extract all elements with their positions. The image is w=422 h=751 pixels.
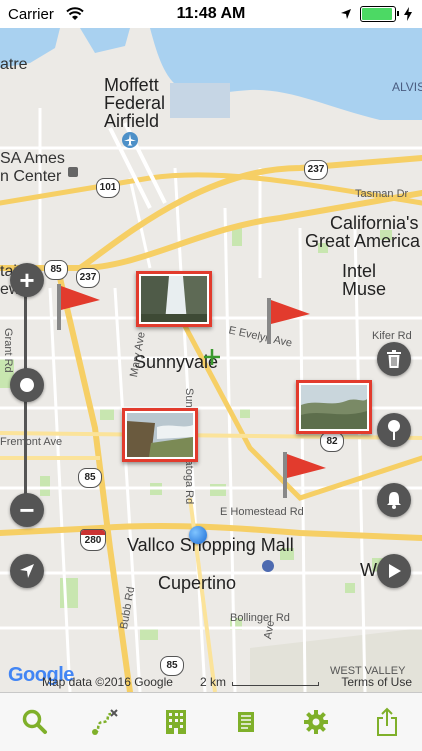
book-icon — [238, 712, 255, 732]
street-kifer: Kifer Rd — [372, 330, 412, 342]
photo-marker-valley[interactable] — [122, 408, 198, 462]
scale-bar — [232, 682, 319, 686]
poi-marker — [68, 167, 78, 177]
pin-icon — [388, 420, 400, 440]
valley-thumbnail — [127, 413, 193, 457]
share-icon — [376, 707, 397, 736]
place-ames: SA Ames — [0, 150, 65, 167]
tab-routes[interactable] — [70, 693, 140, 751]
plus-icon: + — [19, 265, 35, 295]
place-moffett: Moffett — [104, 75, 159, 95]
battery-icon — [360, 6, 399, 22]
minus-icon: − — [19, 495, 35, 525]
search-icon — [22, 709, 48, 734]
photo-marker-hillside[interactable] — [296, 380, 372, 434]
place-cupertino: Cupertino — [158, 573, 237, 593]
tab-buildings[interactable] — [141, 693, 211, 751]
street-tasman: Tasman Dr — [355, 188, 409, 200]
charging-icon — [404, 7, 412, 21]
place-great-america: Great America — [305, 231, 421, 251]
bell-icon — [387, 492, 401, 509]
street-bollinger: Bollinger Rd — [230, 612, 290, 624]
place-californias: California's — [330, 213, 419, 233]
locate-me-button[interactable] — [10, 554, 44, 588]
tab-settings[interactable] — [281, 693, 351, 751]
route-icon — [92, 709, 119, 735]
zoom-in-button[interactable]: + — [10, 263, 44, 297]
place-airfield: Airfield — [104, 111, 160, 131]
play-icon — [389, 564, 401, 578]
play-button[interactable] — [377, 554, 411, 588]
delete-button[interactable] — [377, 342, 411, 376]
tab-guides[interactable] — [211, 693, 281, 751]
current-location-pin — [189, 526, 207, 544]
interstate-280-shield: 280 — [80, 529, 106, 551]
tab-bar — [0, 692, 422, 751]
place-atre: atre — [0, 56, 28, 73]
navigation-arrow-icon — [20, 564, 34, 578]
hwy-85-shield: 85 — [44, 260, 68, 280]
zoom-handle[interactable] — [10, 368, 44, 402]
status-bar: Carrier 11:48 AM — [0, 0, 422, 28]
terms-link[interactable]: Terms of Use — [341, 675, 412, 689]
tab-search[interactable] — [0, 693, 70, 751]
flag-marker-2[interactable] — [264, 296, 312, 348]
place-center: n Center — [0, 168, 62, 185]
alerts-button[interactable] — [377, 483, 411, 517]
hwy-82-shield: 82 — [320, 432, 344, 452]
hwy-85-shield-2: 85 — [78, 468, 102, 488]
building-icon — [165, 710, 186, 734]
shopping-poi-icon — [262, 560, 274, 572]
map-attribution: Map data ©2016 Google — [42, 675, 173, 689]
place-federal: Federal — [104, 93, 166, 113]
location-arrow-icon — [341, 9, 351, 19]
hwy-237-shield: 237 — [304, 160, 328, 180]
hillside-thumbnail — [301, 385, 367, 429]
slider-knob-icon — [20, 378, 34, 392]
gear-icon — [304, 710, 329, 734]
map-view[interactable]: atre Moffett Federal Airfield SA Ames n … — [0, 28, 422, 692]
hwy-101-shield: 101 — [96, 178, 120, 198]
flag-marker-3[interactable] — [280, 450, 328, 502]
drop-pin-button[interactable] — [377, 413, 411, 447]
photo-marker-waterfall[interactable] — [136, 271, 212, 327]
zoom-out-button[interactable]: − — [10, 493, 44, 527]
tab-share[interactable] — [352, 693, 422, 751]
trash-icon — [387, 350, 401, 368]
waterfall-thumbnail — [141, 276, 207, 322]
airport-icon — [122, 132, 138, 148]
place-intel: Intel Muse — [342, 261, 387, 299]
scale-label: 2 km — [200, 675, 227, 689]
place-vallco: Vallco Shopping Mall — [127, 535, 294, 555]
crosshair-icon — [204, 349, 220, 365]
street-homestead: E Homestead Rd — [220, 506, 304, 518]
flag-marker-1[interactable] — [54, 282, 102, 334]
hwy-85-shield-3: 85 — [160, 656, 184, 676]
place-alviso: ALVIS — [392, 80, 422, 94]
